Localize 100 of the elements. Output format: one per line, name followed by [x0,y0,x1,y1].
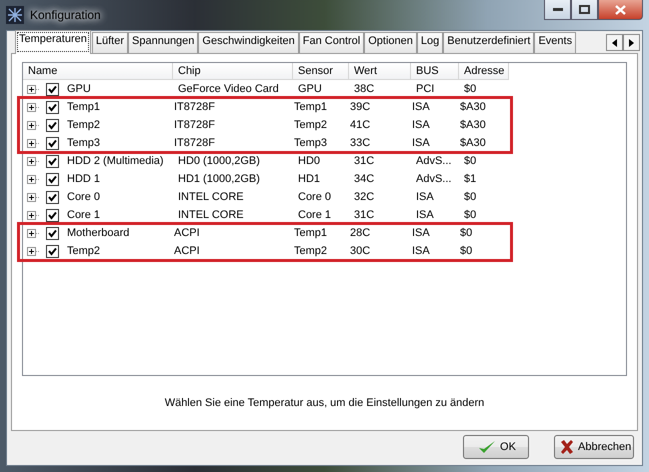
table-cell-text: $0 [459,227,474,239]
tab[interactable]: Lüfter [92,32,128,53]
table-cell-text: ISA [411,245,431,257]
table-cell-text: Temp2 [293,245,328,257]
checkbox[interactable] [46,226,59,240]
tab[interactable]: Geschwindigkeiten [198,32,299,53]
expand-icon[interactable] [27,210,40,220]
table-cell-text: Temp1 [293,227,328,239]
table-cell-text: 28C [349,227,372,239]
expand-icon[interactable] [27,192,40,202]
checkbox[interactable] [46,208,59,222]
table-cell-text: $A30 [459,119,487,131]
expand-icon[interactable] [27,84,40,94]
column-header[interactable]: Wert [349,63,411,80]
x-icon [560,440,574,454]
tab[interactable]: Events [534,32,576,53]
tab[interactable]: Benutzerdefiniert [443,32,534,53]
table-cell-text: AdvS... [415,155,452,167]
table-cell-text: IT8728F [173,101,216,113]
column-header[interactable]: Name [23,63,173,80]
expand-icon[interactable] [27,228,40,238]
left-arrow-icon [612,38,618,46]
window-title: Konfiguration [30,8,101,22]
checkbox[interactable] [46,190,59,204]
column-header[interactable]: Chip [173,63,293,80]
table-cell-text: $0 [463,83,478,95]
maximize-icon [579,5,590,14]
table-cell-text: 39C [349,101,372,113]
close-icon [615,4,626,14]
checkbox[interactable] [46,82,59,96]
table-cell: Temp3 [67,137,100,149]
table-cell: HDD 2 (Multimedia) [67,155,164,167]
column-header[interactable]: BUS [411,63,459,80]
expand-icon[interactable] [27,120,40,130]
app-icon [6,6,24,24]
column-header[interactable]: Adresse [459,63,509,80]
expand-icon[interactable] [27,138,40,148]
tab[interactable]: Spannungen [128,32,198,53]
cancel-button[interactable]: Abbrechen [554,435,634,459]
expand-icon[interactable] [27,246,40,256]
column-header[interactable]: Sensor [293,63,349,80]
table-cell-text: ISA [411,227,431,239]
table-cell-text: INTEL CORE [177,191,245,203]
maximize-button[interactable] [571,0,598,20]
checkbox[interactable] [46,244,59,258]
hint-text: Wählen Sie eine Temperatur aus, um die Einstellungen zu ändern [164,397,484,409]
table-cell-text: ISA [411,119,431,131]
table-cell-text: $0 [463,191,478,203]
table-cell-text: 33C [349,137,372,149]
close-button[interactable] [598,0,643,20]
table-cell: Temp2 [67,245,100,257]
table-cell: Temp2 [67,119,100,131]
minimize-icon [552,8,562,12]
checkbox[interactable] [46,154,59,168]
table-cell: Core 0 [67,191,100,203]
scroll-left-button[interactable] [606,34,623,51]
right-arrow-icon [628,38,634,46]
tab[interactable]: Temperaturen [15,30,91,54]
table-cell: GPU [67,83,91,95]
expand-icon[interactable] [27,102,40,112]
checkbox[interactable] [46,172,59,186]
table-cell-text: Core 0 [297,191,332,203]
tab[interactable]: Log [416,32,444,53]
table-cell: Motherboard [67,227,130,239]
table-cell-text: INTEL CORE [177,209,245,221]
table-cell-text: IT8728F [173,119,216,131]
table-cell-text: $A30 [459,101,487,113]
checkbox[interactable] [46,100,59,114]
expand-icon[interactable] [27,174,40,184]
table-cell-text: $0 [463,155,478,167]
checkbox[interactable] [46,118,59,132]
table-cell-text: HD0 (1000,2GB) [177,155,261,167]
table-cell-text: 41C [349,119,372,131]
table-cell-text: GPU [297,83,323,95]
minimize-button[interactable] [544,0,571,20]
table-cell-text: 31C [353,155,376,167]
expand-icon[interactable] [27,156,40,166]
table-cell-text: 38C [353,83,376,95]
table-cell-text: 32C [353,191,376,203]
table-cell: HDD 1 [67,173,100,185]
table-cell-text: 34C [353,173,376,185]
table-cell-text: 30C [349,245,372,257]
table-cell-text: Temp1 [293,101,328,113]
tab[interactable]: Optionen [364,32,417,53]
table-cell-text: HD1 [297,173,322,185]
table-cell-text: HD0 [297,155,322,167]
table-cell: Core 1 [67,209,100,221]
table-cell-text: ISA [415,209,435,221]
table-cell-text: $0 [459,245,474,257]
table-cell-text: $0 [463,209,478,221]
checkbox[interactable] [46,136,59,150]
table-cell-text: IT8728F [173,137,216,149]
table-cell-text: Core 1 [297,209,332,221]
scroll-right-button[interactable] [623,34,640,51]
table-cell-text: Temp2 [293,119,328,131]
tab[interactable]: Fan Control [298,32,364,53]
table-cell-text: 31C [353,209,376,221]
table-cell-text: ISA [411,137,431,149]
table-cell-text: $A30 [459,137,487,149]
ok-button[interactable]: OK [463,435,529,459]
